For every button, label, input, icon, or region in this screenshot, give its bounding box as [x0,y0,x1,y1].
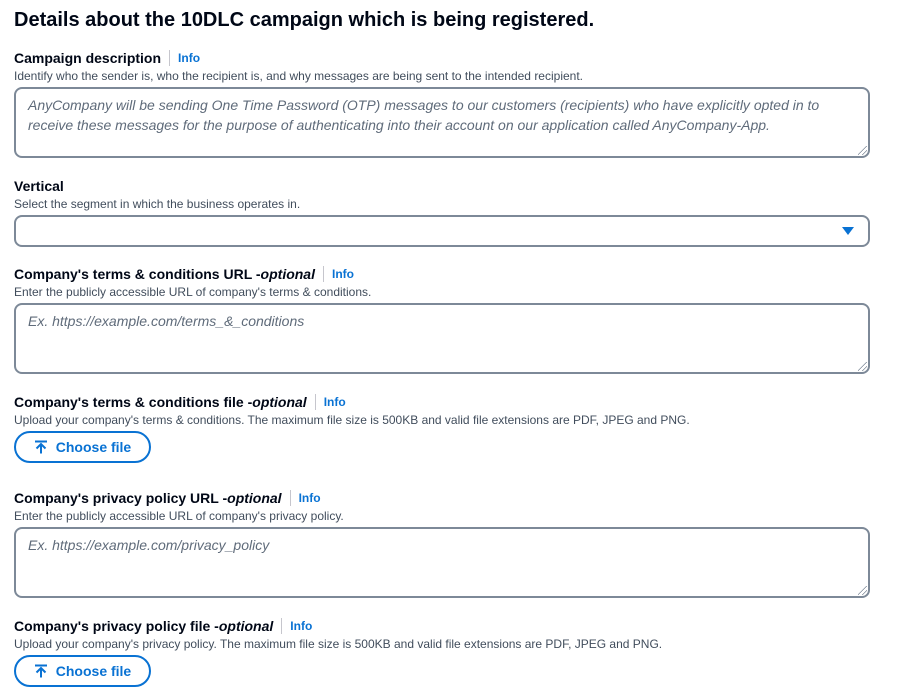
privacy-url-label-row: Company's privacy policy URL - optional … [14,489,870,507]
campaign-description-field: Campaign description Info Identify who t… [14,49,870,83]
vertical-select[interactable] [14,215,870,247]
campaign-description-hint: Identify who the sender is, who the reci… [14,69,584,83]
privacy-file-info-link[interactable]: Info [290,619,312,633]
privacy-url-field: Company's privacy policy URL - optional … [14,489,870,523]
campaign-description-textarea[interactable]: AnyCompany will be sending One Time Pass… [14,87,870,158]
resize-handle-icon[interactable] [858,146,867,155]
resize-handle-icon[interactable] [858,362,867,371]
terms-file-label: Company's terms & conditions file - [14,394,253,410]
terms-choose-file-label: Choose file [55,439,132,455]
label-separator [281,618,283,634]
terms-url-placeholder: Ex. https://example.com/terms_&_conditio… [28,313,305,329]
privacy-url-textarea[interactable]: Ex. https://example.com/privacy_policy [14,527,870,598]
label-separator [289,490,291,506]
terms-url-textarea[interactable]: Ex. https://example.com/terms_&_conditio… [14,303,870,374]
privacy-file-label: Company's privacy policy file - [14,618,219,634]
privacy-choose-file-label: Choose file [55,663,132,679]
terms-file-info-link[interactable]: Info [324,395,346,409]
terms-file-label-row: Company's terms & conditions file - opti… [14,393,870,411]
privacy-file-field: Company's privacy policy file - optional… [14,617,870,651]
upload-icon [34,664,47,678]
upload-icon [34,440,47,454]
campaign-description-label-row: Campaign description Info [14,49,870,67]
terms-choose-file-button[interactable]: Choose file [14,431,151,463]
privacy-file-hint: Upload your company's privacy policy. Th… [14,637,663,651]
privacy-file-label-row: Company's privacy policy file - optional… [14,617,870,635]
resize-handle-icon[interactable] [858,586,867,595]
section-heading: Details about the 10DLC campaign which i… [14,9,595,31]
privacy-url-placeholder: Ex. https://example.com/privacy_policy [28,537,270,553]
label-separator [169,50,171,66]
privacy-url-label: Company's privacy policy URL - [14,490,228,506]
optional-tag: optional [260,266,315,282]
vertical-field: Vertical Select the segment in which the… [14,177,870,211]
vertical-label: Vertical [14,178,64,194]
optional-tag: optional [218,618,274,634]
optional-tag: optional [227,490,282,506]
campaign-description-text: AnyCompany will be sending One Time Pass… [28,97,820,133]
vertical-label-row: Vertical [14,177,870,195]
privacy-choose-file-button[interactable]: Choose file [14,655,151,687]
privacy-url-hint: Enter the publicly accessible URL of com… [14,509,344,523]
caret-down-icon [842,227,854,235]
privacy-url-info-link[interactable]: Info [299,491,321,505]
terms-url-hint: Enter the publicly accessible URL of com… [14,285,372,299]
campaign-description-label: Campaign description [14,50,162,66]
optional-tag: optional [252,394,307,410]
campaign-description-info-link[interactable]: Info [178,51,200,65]
label-separator [322,266,324,282]
terms-url-label-row: Company's terms & conditions URL - optio… [14,265,870,283]
terms-url-field: Company's terms & conditions URL - optio… [14,265,870,299]
terms-file-field: Company's terms & conditions file - opti… [14,393,870,427]
terms-url-info-link[interactable]: Info [332,267,354,281]
label-separator [314,394,316,410]
terms-url-label: Company's terms & conditions URL - [14,266,261,282]
campaign-details-form: Details about the 10DLC campaign which i… [0,0,914,699]
vertical-hint: Select the segment in which the business… [14,197,301,211]
terms-file-hint: Upload your company's terms & conditions… [14,413,690,427]
